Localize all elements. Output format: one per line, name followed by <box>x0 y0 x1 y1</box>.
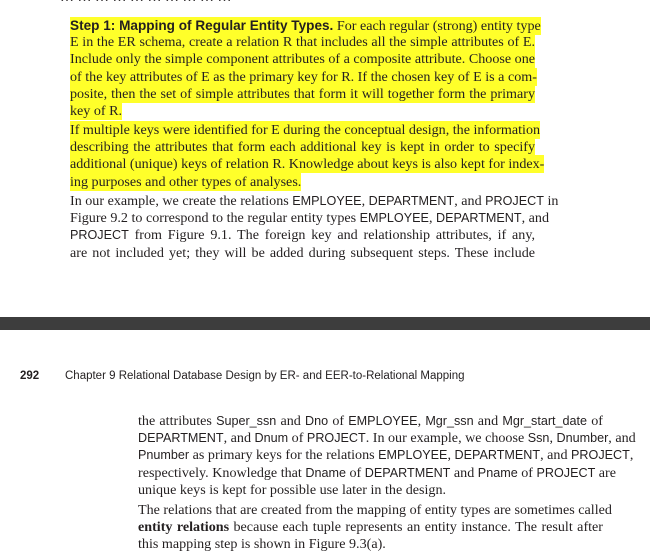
text-line: describing the attributes that form each… <box>70 139 535 156</box>
page-divider <box>0 317 650 330</box>
text-line: of the key attributes of E as the primar… <box>70 68 537 85</box>
entity-relations-paragraph: The relations that are created from the … <box>138 502 612 554</box>
running-head: 292 Chapter 9 Relational Database Design … <box>20 367 630 385</box>
step-heading: Step 1: Mapping of Regular Entity Types. <box>70 18 334 33</box>
chapter-title: Chapter 9 Relational Database Design by … <box>65 370 465 382</box>
top-page: … … … … … … … … … … Step 1: Mapping of R… <box>0 0 650 317</box>
cut-off-text-line: … … … … … … … … … … <box>60 0 540 5</box>
text-line: In our example, we create the relations … <box>70 193 559 209</box>
step1-paragraph: Step 1: Mapping of Regular Entity Types.… <box>70 17 541 120</box>
example-paragraph: In our example, we create the relations … <box>70 193 559 262</box>
text-line: this mapping step is shown in Figure 9.3… <box>138 536 386 553</box>
text-line: E in the ER schema, create a relation R … <box>70 34 535 51</box>
text-line: additional (unique) keys of relation R. … <box>70 156 545 173</box>
text-line: entity relations because each tuple repr… <box>138 519 603 536</box>
text-line: If multiple keys were identified for E d… <box>70 122 541 138</box>
text-line: The relations that are created from the … <box>138 502 612 518</box>
text-line: unique keys is kept for possible use lat… <box>138 481 447 498</box>
bottom-page: 292 Chapter 9 Relational Database Design … <box>0 330 650 559</box>
text-line: Include only the simple component attrib… <box>70 51 535 68</box>
text-line: the attributes Super_ssn and Dno of EMPL… <box>138 413 603 429</box>
attributes-paragraph: the attributes Super_ssn and Dno of EMPL… <box>138 413 636 499</box>
text-line: Figure 9.2 to correspond to the regular … <box>70 210 549 227</box>
text-line: posite, then the set of simple attribute… <box>70 85 535 102</box>
term-entity-relations: entity relations <box>138 519 230 536</box>
text-line: PROJECT from Figure 9.1. The foreign key… <box>70 227 535 244</box>
text-line: key of R. <box>70 102 123 119</box>
text-line: DEPARTMENT, and Dnum of PROJECT. In our … <box>138 430 636 447</box>
page-number: 292 <box>20 370 40 382</box>
multiple-keys-paragraph: If multiple keys were identified for E d… <box>70 122 545 191</box>
text-line: are not included yet; they will be added… <box>70 244 535 261</box>
text-line: respectively. Knowledge that Dname of DE… <box>138 464 617 481</box>
text-line: ing purposes and other types of analyses… <box>70 173 302 190</box>
text-line: Pnumber as primary keys for the relation… <box>138 447 634 464</box>
text-line: Step 1: Mapping of Regular Entity Types.… <box>70 18 541 34</box>
